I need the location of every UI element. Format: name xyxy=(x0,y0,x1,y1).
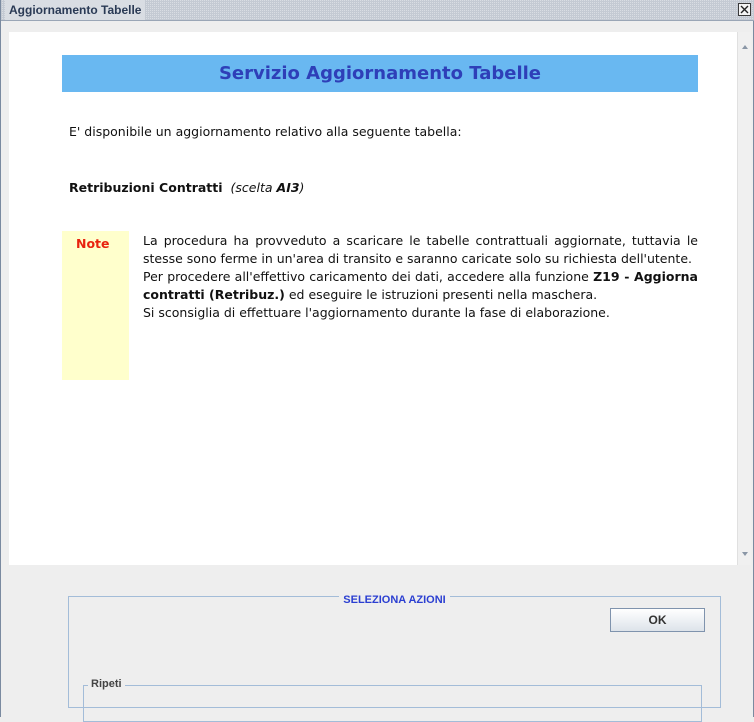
message-panel: Servizio Aggiornamento Tabelle E' dispon… xyxy=(9,32,737,565)
note-paragraph-2-post: ed eseguire le istruzioni presenti nella… xyxy=(284,287,598,302)
window-title: Aggiornamento Tabelle xyxy=(5,0,146,20)
vertical-scrollbar[interactable] xyxy=(737,32,751,565)
scelta-text: (scelta AI3) xyxy=(231,180,305,195)
note-paragraph-1: La procedura ha provveduto a scaricare l… xyxy=(143,233,698,266)
table-name-line: Retribuzioni Contratti (scelta AI3) xyxy=(69,180,304,195)
table-name: Retribuzioni Contratti xyxy=(69,180,223,195)
intro-text: E' disponibile un aggiornamento relativo… xyxy=(69,124,462,139)
note-paragraph-2-pre: Per procedere all'effettivo caricamento … xyxy=(143,269,594,284)
page-title: Servizio Aggiornamento Tabelle xyxy=(62,55,698,92)
ripeti-legend: Ripeti xyxy=(88,678,125,690)
ok-button[interactable]: OK xyxy=(610,608,705,632)
note-paragraph-3: Si sconsiglia di effettuare l'aggiorname… xyxy=(143,305,610,320)
scelta-suffix: ) xyxy=(299,180,305,195)
actions-group: SELEZIONA AZIONI OK Ripeti xyxy=(68,594,721,722)
dialog-window: Aggiornamento Tabelle Servizio Aggiornam… xyxy=(0,0,754,722)
scroll-up-icon[interactable] xyxy=(740,42,750,52)
scelta-code: AI3 xyxy=(276,180,300,195)
scelta-prefix: (scelta xyxy=(230,180,273,195)
note-box: Note xyxy=(62,231,129,380)
close-icon[interactable] xyxy=(738,3,751,16)
note-paragraph-2: Per procedere all'effettivo caricamento … xyxy=(143,268,698,304)
actions-legend-text: SELEZIONA AZIONI xyxy=(339,594,450,606)
title-bar[interactable]: Aggiornamento Tabelle xyxy=(1,0,754,21)
note-text: La procedura ha provveduto a scaricare l… xyxy=(143,232,698,322)
ripeti-group: Ripeti xyxy=(83,678,702,722)
scroll-down-icon[interactable] xyxy=(740,549,750,559)
actions-legend: SELEZIONA AZIONI xyxy=(69,588,720,607)
note-label: Note xyxy=(76,236,110,251)
